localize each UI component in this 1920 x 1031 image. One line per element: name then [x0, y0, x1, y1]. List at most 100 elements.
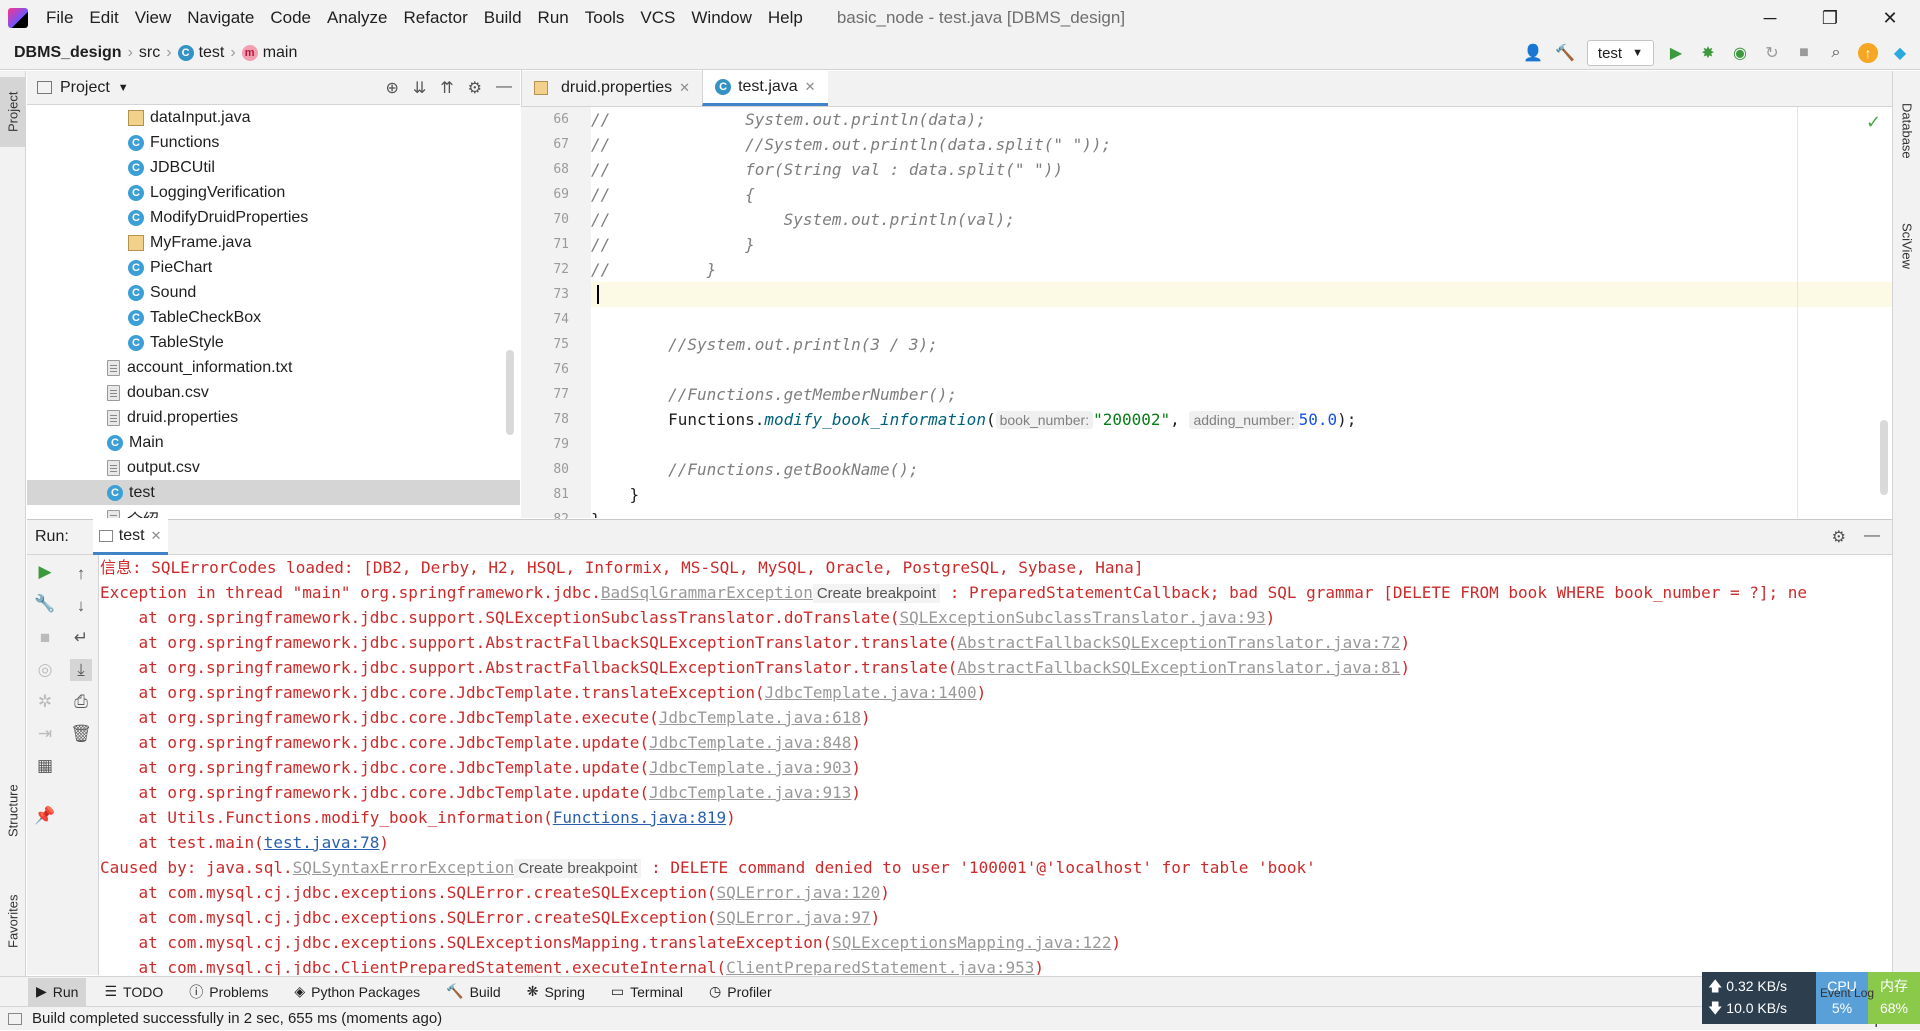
locate-icon[interactable]: ⊕ [385, 78, 398, 98]
menu-file[interactable]: File [38, 0, 81, 36]
menu-run[interactable]: Run [530, 0, 577, 36]
intellij-logo-icon[interactable] [8, 8, 28, 28]
stop-icon[interactable]: ■ [1794, 43, 1814, 63]
tree-item[interactable]: C TableCheckBox [27, 305, 520, 330]
hide-icon[interactable]: — [1864, 527, 1880, 547]
arrow-up-icon[interactable]: ↑ [70, 563, 92, 585]
collapse-all-icon[interactable]: ⇈ [440, 78, 453, 98]
tree-item[interactable]: C TableStyle [27, 330, 520, 355]
dump-threads-icon[interactable]: ✲ [34, 691, 56, 713]
tree-item[interactable]: druid.properties [27, 405, 520, 430]
project-tool-tab[interactable]: Project [0, 77, 26, 147]
tree-item[interactable]: C LoggingVerification [27, 180, 520, 205]
bottom-tab-problems[interactable]: ⓘ Problems [181, 978, 276, 1006]
menu-window[interactable]: Window [683, 0, 759, 36]
stacktrace-link[interactable]: SQLExceptionSubclassTranslator.java:93 [900, 608, 1266, 627]
stacktrace-link[interactable]: SQLSyntaxErrorException [293, 858, 515, 877]
close-icon[interactable]: ✕ [679, 80, 690, 96]
build-hammer-icon[interactable]: 🔨 [1555, 43, 1575, 63]
tab-druid-properties[interactable]: druid.properties ✕ [521, 70, 702, 106]
bottom-tab-run[interactable]: ▶ Run [28, 977, 87, 1006]
close-icon[interactable]: ✕ [151, 528, 162, 544]
create-breakpoint-button[interactable]: Create breakpoint [812, 584, 941, 603]
tree-item[interactable]: C Functions [27, 130, 520, 155]
console-output[interactable]: 信息: SQLErrorCodes loaded: [DB2, Derby, H… [100, 555, 1892, 975]
plugin-logo-icon[interactable]: ◆ [1890, 43, 1910, 63]
database-tool-tab[interactable]: Database [1893, 81, 1920, 181]
stacktrace-link[interactable]: BadSqlGrammarException [601, 583, 813, 602]
menu-analyze[interactable]: Analyze [319, 0, 395, 36]
stacktrace-link[interactable]: JdbcTemplate.java:1400 [765, 683, 977, 702]
restore-button[interactable]: ❐ [1800, 0, 1860, 36]
hide-icon[interactable]: — [496, 78, 512, 98]
gear-icon[interactable]: ⚙ [1832, 527, 1846, 547]
bottom-tab-terminal[interactable]: ▭ Terminal [603, 978, 691, 1006]
exit-icon[interactable]: ⇥ [34, 723, 56, 745]
run-configuration-select[interactable]: test ▼ [1586, 40, 1654, 66]
stacktrace-link[interactable]: AbstractFallbackSQLExceptionTranslator.j… [957, 658, 1400, 677]
bottom-tab-python-packages[interactable]: ◈ Python Packages [286, 978, 428, 1006]
stacktrace-link[interactable]: JdbcTemplate.java:848 [649, 733, 851, 752]
breadcrumb-src[interactable]: src [135, 44, 164, 62]
tab-test-java[interactable]: C test.java ✕ [702, 70, 828, 106]
tree-item[interactable]: C PieChart [27, 255, 520, 280]
sciview-tool-tab[interactable]: SciView [1893, 201, 1920, 291]
menu-code[interactable]: Code [262, 0, 319, 36]
bottom-tab-profiler[interactable]: ◷ Profiler [701, 978, 780, 1006]
tree-item[interactable]: 介绍 [27, 505, 520, 518]
user-icon[interactable]: 👤 [1523, 43, 1543, 63]
bottom-tab-todo[interactable]: ☰ TODO [96, 978, 171, 1006]
breadcrumb-method[interactable]: m main [238, 44, 302, 62]
debug-icon[interactable]: ✸ [1698, 43, 1718, 63]
favorites-tool-tab[interactable]: Favorites [0, 881, 26, 961]
trash-icon[interactable]: 🗑 [70, 723, 92, 745]
pin-icon[interactable]: 📌 [34, 805, 56, 827]
menu-view[interactable]: View [127, 0, 180, 36]
gear-icon[interactable]: ⚙ [468, 78, 482, 98]
menu-vcs[interactable]: VCS [632, 0, 683, 36]
minimize-button[interactable]: ─ [1740, 0, 1800, 36]
stacktrace-link[interactable]: AbstractFallbackSQLExceptionTranslator.j… [957, 633, 1400, 652]
expand-all-icon[interactable]: ⇊ [413, 78, 426, 98]
run-tab-test[interactable]: test ✕ [92, 519, 168, 555]
stacktrace-link[interactable]: Functions.java:819 [553, 808, 726, 827]
structure-tool-tab[interactable]: Structure [0, 771, 26, 851]
bottom-tab-build[interactable]: 🔨 Build [438, 978, 509, 1006]
tree-item[interactable]: C Sound [27, 280, 520, 305]
stop-icon[interactable]: ■ [34, 627, 56, 649]
coverage-icon[interactable]: ◉ [1730, 43, 1750, 63]
tree-item[interactable]: C JDBCUtil [27, 155, 520, 180]
rerun-icon[interactable]: ▶ [34, 561, 56, 583]
tree-scrollbar[interactable] [506, 350, 514, 435]
tree-item[interactable]: dataInput.java [27, 105, 520, 130]
status-message[interactable]: Build completed successfully in 2 sec, 6… [32, 1010, 442, 1027]
menu-refactor[interactable]: Refactor [395, 0, 475, 36]
tree-item[interactable]: douban.csv [27, 380, 520, 405]
stacktrace-link[interactable]: SQLError.java:97 [717, 908, 871, 927]
chevron-down-icon[interactable]: ▼ [118, 82, 129, 94]
code-editor[interactable]: // System.out.println(data); // //System.… [591, 107, 1892, 518]
stacktrace-link[interactable]: SQLError.java:120 [717, 883, 881, 902]
breadcrumb-project[interactable]: DBMS_design [10, 44, 126, 62]
stacktrace-link[interactable]: SQLExceptionsMapping.java:122 [832, 933, 1111, 952]
tree-item[interactable]: C ModifyDruidProperties [27, 205, 520, 230]
event-log-link[interactable]: Event Log [1820, 986, 1874, 1000]
profile-icon[interactable]: ↻ [1762, 43, 1782, 63]
stacktrace-link[interactable]: test.java:78 [264, 833, 380, 852]
menu-edit[interactable]: Edit [81, 0, 126, 36]
arrow-down-icon[interactable]: ↓ [70, 595, 92, 617]
close-button[interactable]: ✕ [1860, 0, 1920, 36]
print-icon[interactable]: ⎙ [70, 691, 92, 713]
tree-item[interactable]: MyFrame.java [27, 230, 520, 255]
close-icon[interactable]: ✕ [805, 79, 816, 95]
update-icon[interactable]: ↑ [1858, 43, 1878, 63]
stacktrace-link[interactable]: JdbcTemplate.java:618 [659, 708, 861, 727]
tree-item[interactable]: Ctest [27, 480, 520, 505]
stacktrace-link[interactable]: JdbcTemplate.java:903 [649, 758, 851, 777]
menu-help[interactable]: Help [760, 0, 811, 36]
camera-icon[interactable]: ◎ [34, 659, 56, 681]
stacktrace-link[interactable]: JdbcTemplate.java:913 [649, 783, 851, 802]
breadcrumb-file[interactable]: Ctest [174, 44, 229, 62]
layout-icon[interactable]: ▦ [34, 755, 56, 777]
soft-wrap-icon[interactable]: ↵ [70, 627, 92, 649]
